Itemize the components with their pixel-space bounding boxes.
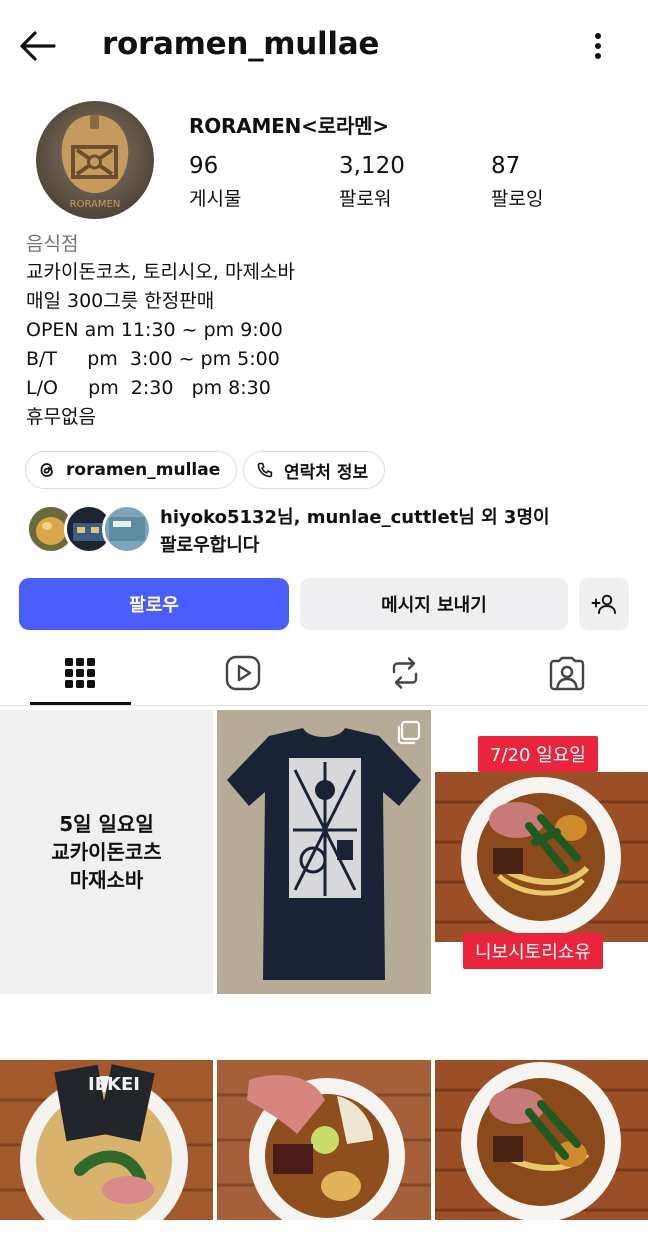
stat-following-label: 팔로잉 (491, 188, 544, 210)
tab-grid[interactable] (30, 640, 130, 706)
post-thumbnail[interactable]: IEKEI (0, 1060, 213, 1220)
bio-line: OPEN am 11:30 ~ pm 9:00 (26, 319, 283, 341)
contact-info-chip[interactable]: 연락처 정보 (243, 451, 386, 489)
follow-button[interactable]: 팔로우 (19, 578, 289, 630)
person-add-icon (591, 594, 616, 614)
multiple-posts-icon (397, 720, 421, 745)
post-date-tag: 7/20 일요일 (478, 736, 598, 772)
back-button[interactable] (18, 28, 58, 64)
bio-line: B/T pm 3:00 ~ pm 5:00 (26, 348, 280, 370)
contact-info-label: 연락처 정보 (284, 462, 369, 483)
ramen-photo (435, 1060, 648, 1220)
stat-followers-count: 3,120 (339, 153, 405, 179)
followed-by-text[interactable]: hiyoko5132님, munlae_cuttlet님 외 3명이 팔로우합니… (160, 504, 630, 560)
post-text-line: 마재소바 (69, 868, 144, 892)
active-tab-indicator (30, 702, 131, 705)
stat-followers[interactable]: 3,120 팔로워 (339, 152, 405, 211)
threads-link-chip[interactable]: roramen_mullae (25, 451, 238, 489)
bio-line: 휴무없음 (26, 406, 96, 428)
bio-line: 교카이돈코츠, 토리시오, 마제소바 (26, 261, 295, 283)
threads-icon (40, 463, 53, 477)
avatar[interactable]: RORAMEN (36, 101, 154, 219)
tab-reposts[interactable] (355, 640, 455, 706)
tab-reels[interactable] (193, 640, 293, 706)
stat-posts[interactable]: 96 게시물 (189, 152, 241, 211)
more-options-button[interactable] (584, 28, 612, 64)
stat-posts-count: 96 (189, 153, 219, 179)
bio-category: 음식점 (26, 233, 79, 255)
threads-link-label: roramen_mullae (66, 460, 221, 480)
stat-posts-label: 게시물 (189, 188, 242, 210)
person-tag-icon (549, 656, 585, 691)
avatar-logo-text: RORAMEN (70, 199, 121, 210)
page-title: roramen_mullae (102, 26, 380, 62)
bio-line: 매일 300그릇 한정판매 (26, 290, 215, 312)
tshirt-photo (217, 710, 431, 994)
post-thumbnail[interactable] (217, 1060, 431, 1220)
grid-icon (65, 658, 95, 688)
roramen-logo-image: RORAMEN (36, 101, 154, 219)
follower-avatar (102, 504, 152, 554)
followed-by-line1: hiyoko5132님, munlae_cuttlet님 외 3명이 (160, 507, 550, 528)
stat-following[interactable]: 87 팔로잉 (491, 152, 543, 211)
arrow-left-icon (20, 31, 56, 61)
phone-icon (257, 462, 273, 478)
post-thumbnail[interactable] (435, 1060, 648, 1220)
followed-by-avatars[interactable] (26, 504, 152, 554)
tab-tagged[interactable] (517, 640, 617, 706)
stat-followers-label: 팔로워 (339, 188, 392, 210)
post-menu-tag: 니보시토리쇼유 (463, 933, 603, 969)
profile-tabs (0, 640, 648, 706)
post-text-line: 5일 일요일 (59, 812, 154, 836)
ramen-photo (217, 1060, 431, 1220)
post-thumbnail[interactable]: 5일 일요일 교카이돈코츠 마재소바 (0, 710, 213, 994)
nori-text: IEKEI (88, 1074, 140, 1095)
followed-by-line2: 팔로우합니다 (160, 535, 260, 556)
post-thumbnail[interactable]: 7/20 일요일 니보시토리쇼유 (435, 710, 648, 994)
bio-line: L/O pm 2:30 pm 8:30 (26, 377, 271, 399)
profile-display-name: RORAMEN<로라멘> (189, 114, 389, 138)
bio: 음식점 교카이돈코츠, 토리시오, 마제소바 매일 300그릇 한정판매 OPE… (26, 231, 626, 432)
post-text-line: 교카이돈코츠 (51, 840, 162, 864)
post-thumbnail[interactable] (217, 710, 431, 994)
post-text-content: 5일 일요일 교카이돈코츠 마재소바 (51, 810, 161, 894)
repost-icon (392, 657, 418, 689)
message-button[interactable]: 메시지 보내기 (300, 578, 568, 630)
play-icon (225, 655, 261, 691)
top-bar: roramen_mullae (0, 0, 648, 92)
more-vertical-icon (595, 33, 601, 59)
stat-following-count: 87 (491, 153, 521, 179)
ramen-photo (435, 772, 648, 942)
suggest-users-button[interactable] (579, 578, 629, 630)
